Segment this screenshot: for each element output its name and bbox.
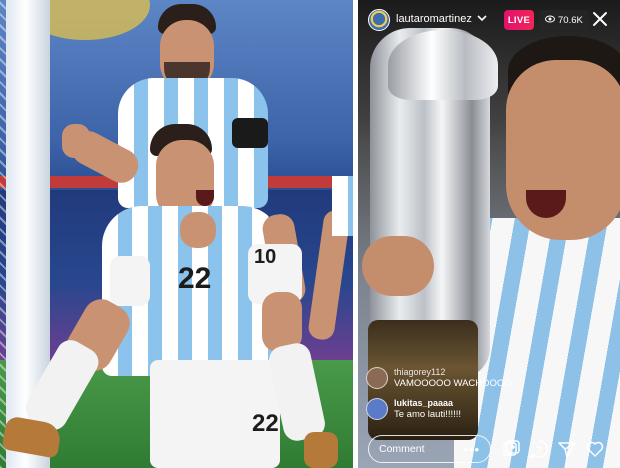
jersey-number-back: 10	[254, 246, 277, 268]
comment-item: lukitas_paaaa Te amo lauti!!!!!!	[366, 398, 461, 420]
comment-input[interactable]: Comment •••	[368, 435, 491, 463]
live-top-bar: lautaromartinez LIVE 70.6K	[358, 0, 620, 40]
add-media-icon[interactable]	[501, 439, 521, 459]
jersey-number-front: 22	[178, 262, 212, 295]
trophy-top	[388, 30, 498, 100]
svg-text:?: ?	[536, 445, 542, 456]
teammate-shirt	[332, 176, 353, 236]
comment-username[interactable]: lukitas_paaaa	[394, 398, 461, 408]
streamer-username[interactable]: lautaromartinez	[396, 13, 472, 25]
player-top-hand	[180, 212, 216, 248]
comment-placeholder: Comment	[379, 443, 425, 455]
comment-avatar[interactable]	[366, 398, 388, 420]
streamer-hand	[362, 236, 434, 296]
close-icon[interactable]	[590, 8, 610, 30]
send-icon[interactable]	[557, 439, 577, 459]
live-badge: LIVE	[504, 10, 534, 30]
viewer-count-badge[interactable]: 70.6K	[539, 10, 589, 30]
captain-armband	[232, 118, 268, 148]
player-top-boot-right	[304, 432, 338, 468]
player-top-fist	[62, 124, 90, 158]
heart-icon[interactable]	[585, 439, 605, 459]
viewer-count: 70.6K	[558, 14, 583, 26]
eye-icon	[545, 15, 555, 26]
comment-message: Te amo lauti!!!!!!	[394, 409, 462, 420]
comment-message: VAMOOOOO WACHOOOO	[394, 378, 512, 389]
comment-item: thiagorey112 VAMOOOOO WACHOOOO	[366, 367, 512, 389]
streamer-face	[506, 60, 620, 240]
streamer-avatar[interactable]	[368, 9, 390, 31]
more-options-icon[interactable]: •••	[463, 442, 480, 457]
chevron-down-icon[interactable]	[477, 11, 487, 28]
comment-avatar[interactable]	[366, 367, 388, 389]
instagram-live-view: lautaromartinez LIVE 70.6K thiagorey112 …	[358, 0, 620, 468]
celebration-photo: 22 10 22	[0, 0, 353, 468]
shorts-number: 22	[252, 410, 279, 437]
question-icon[interactable]: ?	[529, 439, 549, 459]
comment-username[interactable]: thiagorey112	[394, 367, 512, 377]
player-top-shorts	[110, 256, 150, 306]
